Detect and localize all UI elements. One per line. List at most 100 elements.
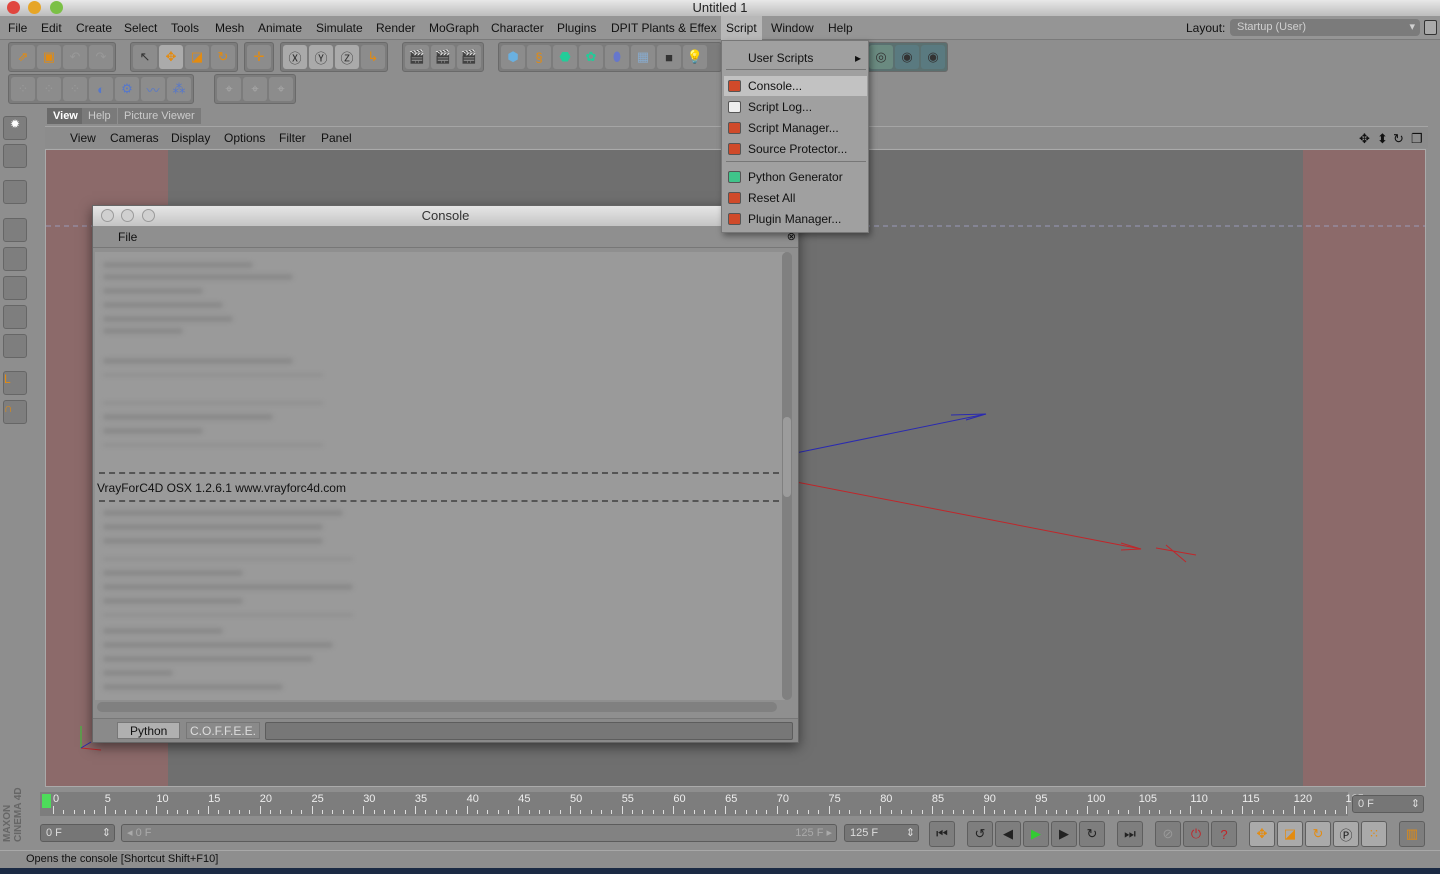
end-frame-field[interactable]: 125 F ⇕ (844, 824, 919, 842)
key-rotation-icon[interactable]: ↻ (1305, 821, 1331, 847)
select-icon[interactable]: ↖ (133, 45, 157, 69)
previous-frame-icon[interactable]: ◀ (995, 821, 1021, 847)
console-command-input[interactable] (265, 722, 793, 740)
menu-item-console[interactable]: Console... (724, 76, 867, 96)
undo-icon[interactable]: ↶ (63, 45, 87, 69)
vray-tag-icon[interactable]: ◎ (869, 45, 893, 69)
move-icon[interactable]: ✥ (159, 45, 183, 69)
menu-help[interactable]: Help (828, 21, 853, 35)
menu-edit[interactable]: Edit (41, 21, 62, 35)
start-frame-field[interactable]: 0 F ⇕ (40, 824, 115, 842)
z-axis-icon[interactable]: Ⓩ (335, 45, 359, 69)
tab-picture-viewer[interactable]: Picture Viewer (118, 108, 201, 124)
effector-icon[interactable]: ⚙ (115, 77, 139, 101)
fracture-icon[interactable]: ⁘ (37, 77, 61, 101)
spline-mask-icon[interactable]: ⁂ (167, 77, 191, 101)
weight-tool-icon[interactable]: ⌖ (269, 77, 293, 101)
minimize-window-button[interactable] (28, 1, 41, 14)
workplane-icon[interactable] (3, 180, 27, 204)
menu-file[interactable]: File (8, 21, 27, 35)
layout-select[interactable]: Startup (User) ▾ (1230, 19, 1420, 36)
vray-camera-tag-icon[interactable]: ◉ (921, 45, 945, 69)
viewport-menu-filter[interactable]: Filter (279, 131, 306, 145)
tracer-icon[interactable]: 〰 (141, 77, 165, 101)
console-vertical-scrollbar[interactable] (782, 252, 792, 700)
x-axis-icon[interactable]: Ⓧ (283, 45, 307, 69)
menu-create[interactable]: Create (76, 21, 112, 35)
pan-view-icon[interactable]: ✥ (1359, 131, 1370, 147)
console-horizontal-scrollbar[interactable] (97, 702, 777, 712)
spline-icon[interactable]: § (527, 45, 551, 69)
menu-item-source-protector[interactable]: Source Protector... (724, 139, 867, 159)
menu-character[interactable]: Character (491, 21, 544, 35)
menu-item-user-scripts[interactable]: User Scripts ▸ (724, 48, 867, 68)
key-parameter-icon[interactable]: Ⓟ (1333, 821, 1359, 847)
current-frame-field[interactable]: 0 F ⇕ (1352, 795, 1424, 813)
array-icon[interactable]: ✿ (579, 45, 603, 69)
tab-view[interactable]: View (47, 108, 84, 124)
y-axis-icon[interactable]: Ⓨ (309, 45, 333, 69)
menu-item-script-log[interactable]: Script Log... (724, 97, 867, 117)
render-view-icon[interactable]: 🎬 (405, 45, 429, 69)
model-mode-icon[interactable]: ✹ (3, 116, 27, 140)
layout-lock-icon[interactable] (1424, 20, 1437, 35)
save-icon[interactable]: ▣ (37, 45, 61, 69)
axis-mode-icon[interactable]: L (3, 371, 27, 395)
menu-render[interactable]: Render (376, 21, 415, 35)
menu-item-script-manager[interactable]: Script Manager... (724, 118, 867, 138)
tab-help[interactable]: Help (82, 108, 117, 124)
close-window-button[interactable] (7, 1, 20, 14)
menu-item-reset-all[interactable]: Reset All (724, 188, 867, 208)
previous-key-icon[interactable]: ↺ (967, 821, 993, 847)
zoom-window-button[interactable] (50, 1, 63, 14)
key-position-icon[interactable]: ✥ (1249, 821, 1275, 847)
console-tab-python[interactable]: Python (117, 722, 181, 739)
viewport-menu-options[interactable]: Options (224, 131, 265, 145)
autokey-icon[interactable]: ⏻ (1183, 821, 1209, 847)
key-scale-icon[interactable]: ◪ (1277, 821, 1303, 847)
extrude-icon[interactable]: ◐ (89, 77, 113, 101)
recent-tool-icon[interactable]: ✛ (247, 45, 271, 69)
texture-mode-icon[interactable] (3, 144, 27, 168)
render-settings-icon[interactable]: 🎬 (457, 45, 481, 69)
matrix-icon[interactable]: ⁘ (63, 77, 87, 101)
play-icon[interactable]: ▶ (1023, 821, 1049, 847)
frame-range-slider[interactable]: ◂ 0 F 125 F ▸ (121, 824, 837, 842)
nurbs-icon[interactable]: ⬣ (553, 45, 577, 69)
rotate-view-icon[interactable]: ↻ (1393, 131, 1404, 147)
viewport-menu-cameras[interactable]: Cameras (110, 131, 159, 145)
menu-mograph[interactable]: MoGraph (429, 21, 479, 35)
go-to-start-icon[interactable]: ⏮ (929, 821, 955, 847)
deformer-icon[interactable]: ⬮ (605, 45, 629, 69)
render-picture-viewer-icon[interactable]: 🎬 (431, 45, 455, 69)
ik-icon[interactable]: ⌖ (243, 77, 267, 101)
open-icon[interactable]: ⇗ (11, 45, 35, 69)
redo-icon[interactable]: ↷ (89, 45, 113, 69)
next-key-icon[interactable]: ↻ (1079, 821, 1105, 847)
viewport-menu-display[interactable]: Display (171, 131, 210, 145)
menu-animate[interactable]: Animate (258, 21, 302, 35)
menu-simulate[interactable]: Simulate (316, 21, 363, 35)
menu-mesh[interactable]: Mesh (215, 21, 244, 35)
joint-tool-icon[interactable]: ⌖ (217, 77, 241, 101)
edges-mode-icon[interactable] (3, 305, 27, 329)
console-minimize-button[interactable] (121, 209, 134, 222)
camera-icon[interactable]: ■ (657, 45, 681, 69)
record-keys-icon[interactable]: ⊘ (1155, 821, 1181, 847)
console-menu-file[interactable]: File (93, 226, 798, 248)
playhead[interactable] (42, 794, 51, 808)
keyframe-selection-icon[interactable]: ? (1211, 821, 1237, 847)
menu-tools[interactable]: Tools (171, 21, 199, 35)
polygons-mode-icon[interactable] (3, 334, 27, 358)
console-zoom-button[interactable] (142, 209, 155, 222)
object-mode-icon[interactable] (3, 218, 27, 242)
menu-window[interactable]: Window (771, 21, 814, 35)
viewport-menu-view[interactable]: View (70, 131, 96, 145)
menu-dpit-plants-effex[interactable]: DPIT Plants & Effex (611, 21, 717, 35)
menu-script[interactable]: Script (721, 16, 762, 40)
menu-plugins[interactable]: Plugins (557, 21, 596, 35)
timeline-layout-icon[interactable]: ▥ (1399, 821, 1425, 847)
console-tab-coffee[interactable]: C.O.F.F.E.E. (186, 722, 261, 739)
scale-icon[interactable]: ◪ (185, 45, 209, 69)
cloner-icon[interactable]: ⁘ (11, 77, 35, 101)
